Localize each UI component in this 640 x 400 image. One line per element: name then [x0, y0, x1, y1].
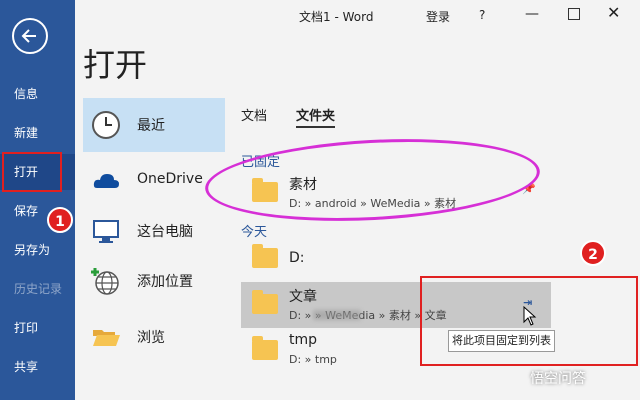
place-browse[interactable]: 浏览 [83, 310, 225, 364]
page-title: 打开 [83, 46, 148, 84]
folder-name: tmp [289, 332, 318, 348]
back-button[interactable] [12, 18, 48, 54]
place-label: 这台电脑 [137, 224, 193, 240]
sidebar-item-print[interactable]: 打印 [0, 310, 75, 346]
folder-path: D: » tmp [289, 353, 337, 366]
step-badge-2: 2 [580, 240, 606, 266]
annotation-box-pin [420, 276, 638, 366]
help-button[interactable]: ? [479, 8, 485, 22]
window-title: 文档1 - Word [299, 10, 374, 24]
title-bar: 文档1 - Word 登录 ? — ✕ [75, 0, 640, 30]
place-label: 添加位置 [137, 274, 193, 290]
place-label: OneDrive [137, 171, 203, 187]
cloud-icon [93, 174, 119, 188]
globe-add-icon [91, 268, 119, 295]
place-this-pc[interactable]: 这台电脑 [83, 204, 225, 258]
login-link[interactable]: 登录 [426, 8, 450, 25]
step-badge-1: 1 [47, 207, 73, 233]
folder-open-icon [93, 330, 120, 346]
sidebar-item-new[interactable]: 新建 [0, 115, 75, 151]
arrow-left-icon [21, 29, 36, 43]
annotation-box-open [2, 152, 62, 192]
redacted-path-segment [313, 310, 361, 320]
folder-icon [252, 290, 278, 314]
place-label: 最近 [137, 118, 165, 134]
sidebar-item-share[interactable]: 共享 [0, 349, 75, 385]
folder-icon [252, 336, 278, 360]
place-label: 浏览 [137, 330, 165, 346]
place-onedrive[interactable]: OneDrive [83, 154, 225, 208]
computer-icon [93, 220, 119, 243]
maximize-button[interactable] [568, 8, 580, 20]
folder-name: 文章 [289, 289, 317, 305]
folder-name: D: [289, 250, 305, 266]
folder-icon [252, 244, 278, 268]
watermark: 悟空问答 [530, 371, 586, 387]
clock-icon [92, 111, 120, 139]
sidebar-item-save-as[interactable]: 另存为 [0, 232, 75, 268]
tab-documents[interactable]: 文档 [241, 105, 267, 124]
place-add-location[interactable]: 添加位置 [83, 254, 225, 308]
place-recent[interactable]: 最近 [83, 98, 225, 152]
backstage-sidebar: 信息 新建 打开 保存 另存为 历史记录 打印 共享 [0, 0, 75, 400]
minimize-button[interactable]: — [525, 6, 539, 22]
sidebar-item-history: 历史记录 [14, 282, 63, 296]
close-button[interactable]: ✕ [607, 3, 620, 22]
sidebar-item-info[interactable]: 信息 [0, 76, 75, 112]
tab-folders[interactable]: 文件夹 [296, 105, 336, 128]
